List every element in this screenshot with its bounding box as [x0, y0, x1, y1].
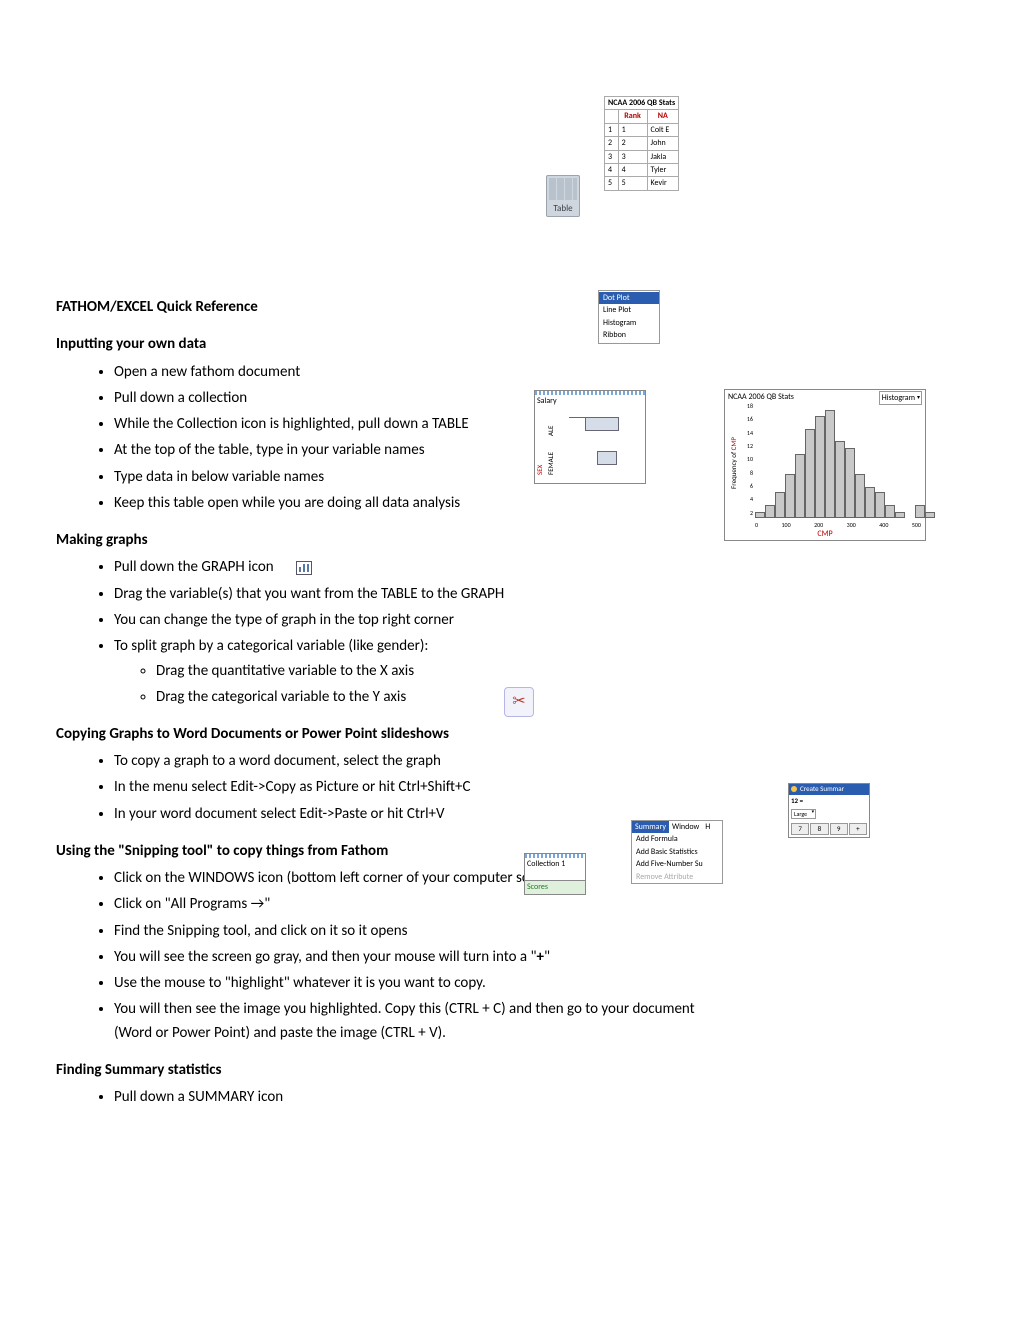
histogram-dropdown: Histogram▾ — [879, 391, 922, 405]
snipping-tool-icon: ✂ — [504, 687, 534, 717]
summary-menu: SummaryWindowH Add Formula Add Basic Sta… — [631, 820, 723, 884]
ncaa-mini-table: NCAA 2006 QB Stats RankNA 11Colt E 22Joh… — [604, 96, 679, 191]
heading-input: Inputting your own data — [56, 333, 964, 356]
graph-icon — [296, 561, 312, 575]
collection-box: Collection 1 Scores — [524, 853, 586, 895]
graph-type-menu: Dot Plot Line Plot Histogram Ribbon — [598, 290, 660, 344]
list-graphs: Pull down the GRAPH icon Drag the variab… — [56, 556, 964, 709]
ncaa-table-title: NCAA 2006 QB Stats — [605, 97, 679, 110]
list-summary: Pull down a SUMMARY icon — [56, 1086, 964, 1109]
split-graph-box: Salary SEX FEMALE ALE — [534, 390, 646, 484]
heading-copy: Copying Graphs to Word Documents or Powe… — [56, 723, 964, 746]
table-icon: Table — [546, 175, 580, 217]
histogram-bars — [755, 410, 935, 518]
heading-snip: Using the "Snipping tool" to copy things… — [56, 840, 964, 863]
histogram-box: NCAA 2006 QB Stats Histogram▾ Frequency … — [724, 389, 926, 541]
page-title: FATHOM/EXCEL Quick Reference — [56, 296, 964, 319]
create-summary-box: Create Summar 12 = Large▾ 7 8 9 + — [788, 783, 870, 838]
list-snip: Click on the WINDOWS icon (bottom left c… — [56, 867, 964, 1045]
heading-summary: Finding Summary statistics — [56, 1059, 964, 1082]
table-icon-label: Table — [547, 202, 579, 216]
